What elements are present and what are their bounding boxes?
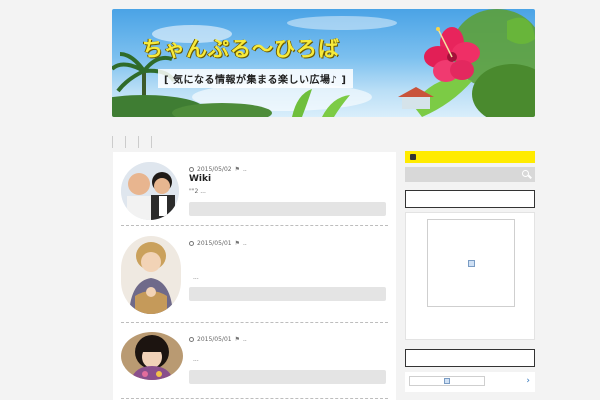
post-thumbnail-image xyxy=(121,332,183,380)
post-item[interactable]: 2015/05/01 ⚑ .. ... xyxy=(113,226,396,324)
nav-divider xyxy=(112,136,113,148)
sidebar-widget-heading xyxy=(405,349,535,367)
read-more-button[interactable] xyxy=(189,370,386,384)
read-more-button[interactable] xyxy=(189,287,386,301)
post-item[interactable]: 2015/05/01 ⚑ .. ... xyxy=(113,324,396,400)
post-thumbnail[interactable] xyxy=(121,162,179,220)
global-nav xyxy=(112,136,152,148)
clock-icon xyxy=(189,337,194,342)
banner-illustration xyxy=(112,9,535,117)
sidebar-ad-widget[interactable] xyxy=(405,212,535,340)
site-title[interactable]: ちゃんぷる〜ひろば xyxy=(142,33,340,63)
post-excerpt: ... xyxy=(193,274,199,281)
post-divider xyxy=(121,322,388,323)
nav-divider xyxy=(125,136,126,148)
post-meta: 2015/05/01 ⚑ .. xyxy=(189,336,247,343)
post-category[interactable]: .. xyxy=(243,166,247,173)
rss-bar[interactable] xyxy=(405,151,535,163)
post-date: 2015/05/02 xyxy=(197,166,232,173)
search-icon[interactable] xyxy=(522,170,529,177)
rss-icon xyxy=(410,154,416,160)
post-list: 2015/05/02 ⚑ .. Wiki ""2 ... 2015/05/01 … xyxy=(113,152,396,400)
broken-image-icon xyxy=(468,260,475,267)
post-category[interactable]: .. xyxy=(243,240,247,247)
broken-image-icon xyxy=(444,378,450,384)
post-item[interactable]: 2015/05/02 ⚑ .. Wiki ""2 ... xyxy=(113,152,396,226)
ad-frame[interactable] xyxy=(427,219,515,307)
sidebar-link-row[interactable]: › xyxy=(405,372,535,392)
read-more-button[interactable] xyxy=(189,202,386,216)
post-excerpt: ""2 ... xyxy=(189,188,206,195)
post-thumbnail-image xyxy=(121,162,179,220)
clock-icon xyxy=(189,167,194,172)
nav-divider xyxy=(138,136,139,148)
post-meta: 2015/05/02 ⚑ .. xyxy=(189,166,247,173)
post-thumbnail-image xyxy=(121,236,181,314)
clock-icon xyxy=(189,241,194,246)
post-thumbnail[interactable] xyxy=(121,236,181,314)
site-tagline: [ 気になる情報が集まる楽しい広場♪ ] xyxy=(158,69,353,88)
sidebar-widget-heading xyxy=(405,190,535,208)
post-divider xyxy=(121,398,388,399)
post-category[interactable]: .. xyxy=(243,336,247,343)
tag-icon: ⚑ xyxy=(234,166,240,173)
tag-icon: ⚑ xyxy=(234,240,240,247)
post-excerpt: ... xyxy=(193,356,199,363)
sidebar-link-box[interactable] xyxy=(409,376,485,386)
search-bar[interactable] xyxy=(405,167,535,182)
post-date: 2015/05/01 xyxy=(197,240,232,247)
nav-divider xyxy=(151,136,152,148)
header-banner[interactable]: ちゃんぷる〜ひろば [ 気になる情報が集まる楽しい広場♪ ] xyxy=(112,9,535,117)
post-date: 2015/05/01 xyxy=(197,336,232,343)
post-meta: 2015/05/01 ⚑ .. xyxy=(189,240,247,247)
chevron-right-icon[interactable]: › xyxy=(526,376,530,386)
tag-icon: ⚑ xyxy=(234,336,240,343)
post-thumbnail[interactable] xyxy=(121,332,183,380)
post-title[interactable]: Wiki xyxy=(189,174,211,184)
